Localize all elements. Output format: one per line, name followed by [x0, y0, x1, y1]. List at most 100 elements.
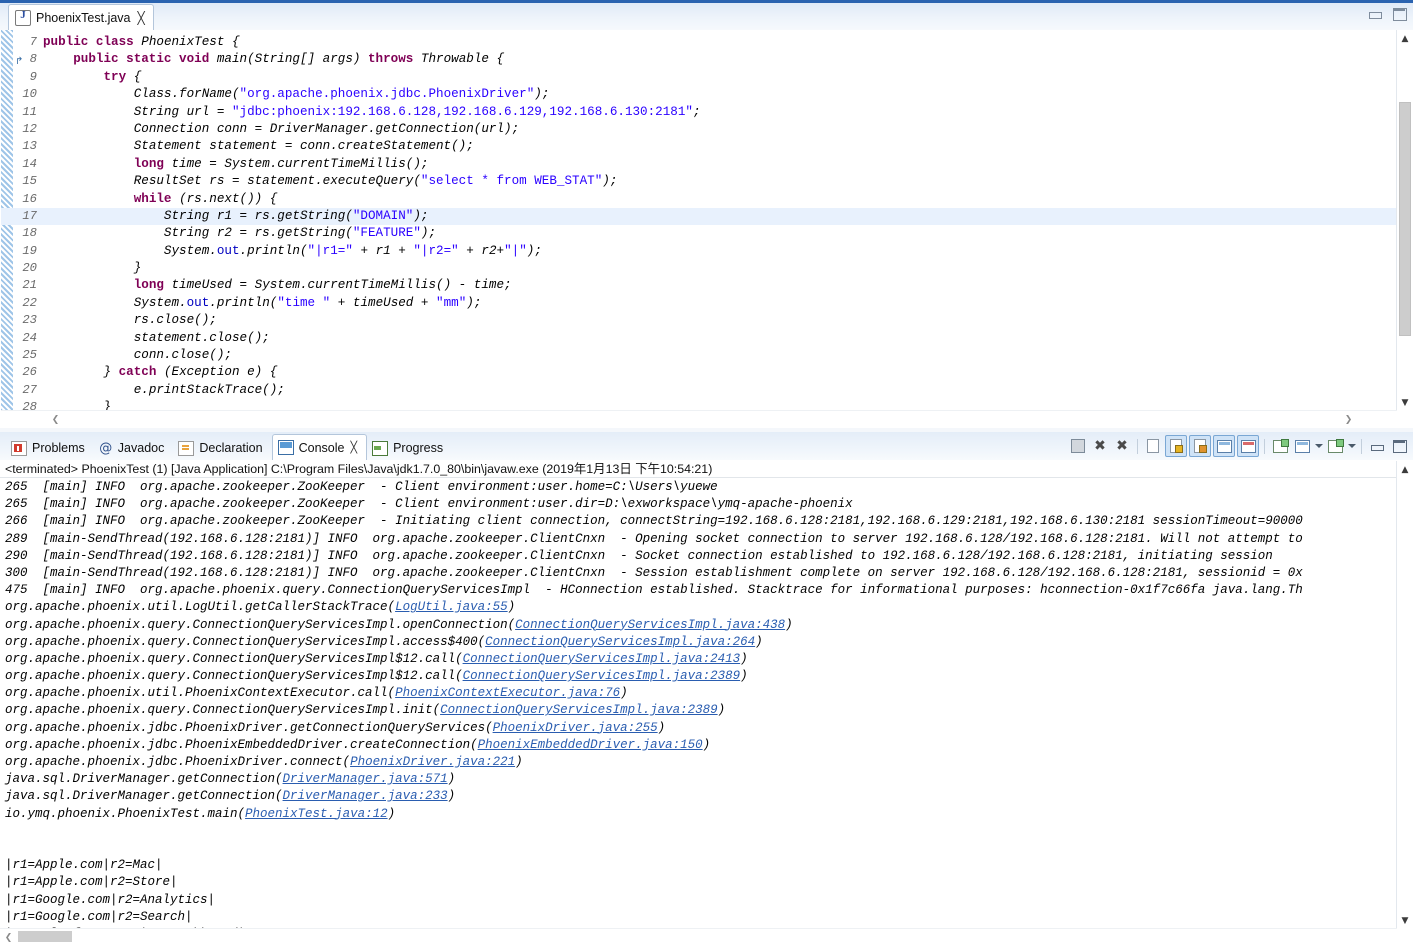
console-icon [277, 440, 294, 455]
line-text: while (rs.next()) { [133, 191, 278, 206]
tab-progress[interactable]: Progress [367, 436, 452, 460]
editor-horizontal-scrollbar[interactable]: ❮ ❯ [1, 410, 1397, 428]
console-scroll-down-icon[interactable]: ▼ [1397, 912, 1413, 929]
line-number: 7 [29, 35, 37, 49]
console-horizontal-scrollbar[interactable]: ❮ [0, 928, 1397, 945]
stacktrace-source-link[interactable]: ConnectionQueryServicesImpl.java:264 [485, 635, 755, 649]
console-tabstrip: Problems @ Javadoc Declaration Console ╳ Progr… [0, 432, 1413, 461]
pin-console-button[interactable] [1270, 436, 1290, 456]
minimize-button[interactable] [1367, 436, 1387, 456]
stacktrace-prefix: java.sql.DriverManager.getConnection( [5, 772, 283, 787]
scroll-down-icon[interactable]: ▼ [1397, 394, 1413, 411]
console-output-line: 265 [main] INFO org.apache.zookeeper.Zoo… [5, 480, 718, 494]
editor-vertical-scrollbar[interactable]: ▲ ▼ [1396, 30, 1413, 411]
line-number: 13 [22, 139, 37, 154]
stacktrace-suffix: ) [702, 737, 711, 752]
stacktrace-suffix: ) [447, 789, 456, 804]
remove-launch-icon: ✖ [1094, 438, 1106, 454]
stacktrace-suffix: ) [507, 600, 516, 615]
stacktrace-prefix: org.apache.phoenix.query.ConnectionQuery… [5, 651, 463, 666]
stacktrace-source-link[interactable]: ConnectionQueryServicesImpl.java:2389 [440, 703, 718, 717]
line-number: 24 [22, 330, 37, 345]
tab-console[interactable]: Console ╳ [271, 434, 368, 460]
line-text: rs.close(); [133, 313, 217, 328]
maximize-icon[interactable] [1391, 7, 1407, 21]
display-selected-console-button[interactable] [1292, 436, 1312, 456]
code-line: 26 } catch (Exception e) { [1, 364, 1397, 381]
tab-label: Javadoc [117, 441, 165, 455]
tab-javadoc[interactable]: @ Javadoc [94, 436, 174, 460]
stacktrace-source-link[interactable]: PhoenixTest.java:12 [245, 807, 388, 821]
stacktrace-source-link[interactable]: DriverManager.java:571 [283, 772, 448, 786]
code-line: 24 statement.close(); [1, 330, 1397, 347]
separator-2 [1264, 438, 1265, 454]
tab-problems[interactable]: Problems [6, 436, 94, 460]
display-selected-console-dropdown[interactable] [1315, 444, 1323, 448]
override-marker-icon: ↱ [15, 57, 24, 69]
open-console-dropdown[interactable] [1348, 444, 1356, 448]
console-hscroll-thumb[interactable] [18, 931, 72, 942]
line-text: System.out.println("|r1=" + r1 + "|r2=" … [163, 243, 542, 258]
line-text: String r2 = rs.getString("FEATURE"); [163, 226, 437, 241]
stacktrace-suffix: ) [657, 720, 666, 735]
line-number: 22 [22, 295, 37, 310]
code-line: 13 Statement statement = conn.createStat… [1, 138, 1397, 155]
stacktrace-source-link[interactable]: ConnectionQueryServicesImpl.java:438 [515, 618, 785, 632]
word-wrap-button[interactable] [1189, 435, 1211, 457]
line-number: 12 [22, 121, 37, 136]
stacktrace-source-link[interactable]: PhoenixContextExecutor.java:76 [395, 686, 620, 700]
maximize-button[interactable] [1389, 436, 1409, 456]
tab-label: Problems [32, 441, 85, 455]
code-area[interactable]: 7 public class PhoenixTest {8 public stat… [0, 30, 1413, 428]
close-icon[interactable]: ╳ [138, 11, 145, 25]
scroll-right-icon[interactable]: ❯ [1340, 411, 1357, 428]
console-stacktrace-line: java.sql.DriverManager.getConnection(Dri… [5, 788, 1397, 805]
stacktrace-source-link[interactable]: LogUtil.java:55 [395, 600, 508, 614]
close-icon[interactable]: ╳ [350, 441, 357, 454]
console-stacktrace-line: org.apache.phoenix.query.ConnectionQuery… [5, 702, 1397, 719]
clear-console-button[interactable] [1143, 436, 1163, 456]
editor-tab-phoenixtest-java[interactable]: PhoenixTest.java ╳ [8, 4, 154, 30]
stacktrace-source-link[interactable]: PhoenixDriver.java:255 [493, 721, 658, 735]
minimize-icon[interactable] [1367, 7, 1383, 21]
terminate-button[interactable] [1068, 436, 1088, 456]
line-text: public static void main(String[] args) t… [73, 52, 505, 67]
console-scroll-left-icon[interactable]: ❮ [0, 929, 17, 945]
code-line: 17 String r1 = rs.getString("DOMAIN"); [1, 207, 1397, 226]
console-output[interactable]: 265 [main] INFO org.apache.zookeeper.Zoo… [0, 479, 1397, 929]
open-console-button[interactable] [1325, 436, 1345, 456]
console-output-line: 290 [main-SendThread(192.168.6.128:2181)… [5, 548, 1273, 563]
scroll-up-icon[interactable]: ▲ [1397, 30, 1413, 47]
remove-all-launches-button[interactable]: ✖ [1112, 436, 1132, 456]
stacktrace-suffix: ) [515, 755, 523, 769]
scroll-lock-button[interactable] [1165, 435, 1187, 457]
stacktrace-source-link[interactable]: ConnectionQueryServicesImpl.java:2389 [463, 669, 741, 683]
line-number: 20 [22, 261, 37, 276]
console-output-line: |r1=Google.com|r2=Analytics| [5, 892, 216, 907]
remove-launch-button[interactable]: ✖ [1090, 436, 1110, 456]
tab-declaration[interactable]: Declaration [173, 436, 271, 460]
show-console-on-error-button[interactable] [1237, 435, 1259, 457]
show-console-on-output-button[interactable] [1213, 435, 1235, 457]
stacktrace-source-link[interactable]: PhoenixEmbeddedDriver.java:150 [478, 738, 703, 752]
stacktrace-source-link[interactable]: DriverManager.java:233 [283, 789, 448, 803]
console-body: <terminated> PhoenixTest (1) [Java Appli… [0, 460, 1413, 945]
console-vertical-scrollbar[interactable]: ▲ ▼ [1396, 461, 1413, 929]
line-text: String r1 = rs.getString("DOMAIN"); [163, 208, 429, 223]
stacktrace-suffix: ) [447, 772, 456, 787]
line-number: 16 [22, 191, 37, 206]
stacktrace-source-link[interactable]: ConnectionQueryServicesImpl.java:2413 [463, 652, 741, 666]
editor-vscroll-thumb[interactable] [1399, 102, 1411, 336]
line-number: 10 [22, 87, 37, 102]
code-line: 18 String r2 = rs.getString("FEATURE"); [1, 225, 1397, 242]
stacktrace-prefix: org.apache.phoenix.util.LogUtil.getCalle… [5, 600, 396, 615]
stacktrace-source-link[interactable]: PhoenixDriver.java:221 [350, 755, 515, 769]
console-launch-header: <terminated> PhoenixTest (1) [Java Appli… [0, 461, 1397, 478]
scroll-left-icon[interactable]: ❮ [47, 411, 64, 428]
console-scroll-up-icon[interactable]: ▲ [1397, 461, 1413, 478]
code-viewport: 7 public class PhoenixTest {8 public stat… [1, 30, 1397, 411]
tab-label: Declaration [199, 441, 263, 455]
line-text: System.out.println("time " + timeUsed + … [133, 295, 482, 310]
code-line: 23 rs.close(); [1, 312, 1397, 329]
